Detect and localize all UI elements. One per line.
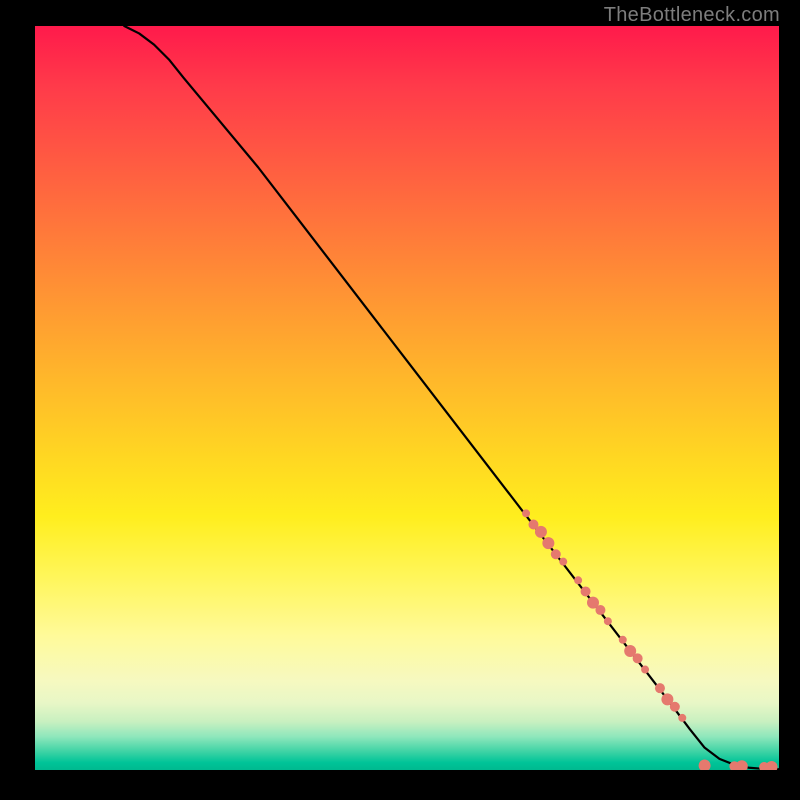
data-marker bbox=[633, 653, 643, 663]
data-marker bbox=[542, 537, 554, 549]
data-marker bbox=[766, 761, 778, 770]
data-marker bbox=[595, 605, 605, 615]
data-marker bbox=[619, 636, 627, 644]
data-marker bbox=[678, 714, 686, 722]
data-marker bbox=[670, 702, 680, 712]
data-marker bbox=[655, 683, 665, 693]
data-marker bbox=[641, 666, 649, 674]
data-marker bbox=[699, 760, 711, 770]
chart-stage: TheBottleneck.com bbox=[0, 0, 800, 800]
data-marker bbox=[736, 760, 748, 770]
data-marker bbox=[551, 549, 561, 559]
attribution-text: TheBottleneck.com bbox=[604, 4, 780, 27]
curve-line bbox=[124, 26, 779, 769]
data-marker bbox=[559, 558, 567, 566]
data-marker bbox=[535, 526, 547, 538]
plot-area bbox=[35, 26, 779, 770]
data-marker bbox=[581, 586, 591, 596]
data-marker bbox=[522, 509, 530, 517]
data-marker bbox=[604, 617, 612, 625]
data-marker bbox=[574, 576, 582, 584]
chart-svg bbox=[35, 26, 779, 770]
markers-group bbox=[522, 509, 778, 770]
